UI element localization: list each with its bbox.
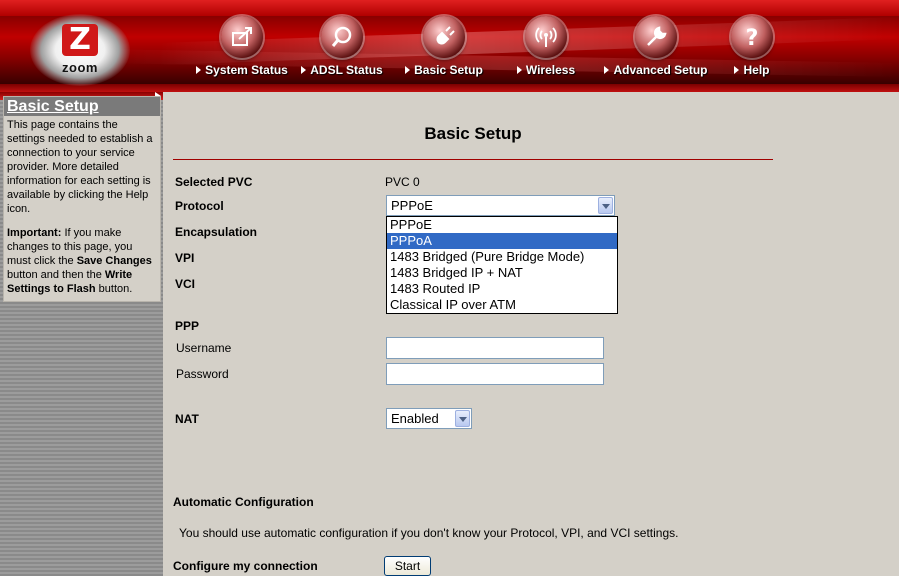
password-input[interactable] bbox=[386, 363, 604, 385]
username-input[interactable] bbox=[386, 337, 604, 359]
vpi-label: VPI bbox=[175, 251, 195, 265]
header-top-stripe bbox=[0, 0, 899, 16]
wireless-icon bbox=[525, 16, 567, 58]
password-label: Password bbox=[176, 367, 229, 381]
nav-adsl-status[interactable]: ADSL Status bbox=[296, 16, 388, 82]
system-status-icon bbox=[221, 16, 263, 58]
important-text-2: button and then the bbox=[7, 269, 105, 281]
protocol-option-highlighted[interactable]: PPPoA bbox=[387, 233, 617, 249]
ppp-label: PPP bbox=[175, 319, 200, 333]
help-panel-important: Important: If you make changes to this p… bbox=[7, 226, 157, 296]
arrow-right-icon bbox=[604, 66, 610, 74]
main-content: Basic Setup Selected PVC PVC 0 Protocol … bbox=[163, 92, 899, 576]
nav-help-label: Help bbox=[743, 63, 770, 77]
nav-advanced-setup[interactable]: Advanced Setup bbox=[600, 16, 712, 82]
protocol-option[interactable]: 1483 Bridged (Pure Bridge Mode) bbox=[387, 249, 617, 265]
question-icon: ? bbox=[731, 16, 773, 58]
nav-system-status[interactable]: System Status bbox=[196, 16, 288, 82]
protocol-label: Protocol bbox=[175, 199, 224, 213]
nav-basic-setup-label: Basic Setup bbox=[414, 63, 483, 77]
nav-adsl-status-label: ADSL Status bbox=[310, 63, 383, 77]
nav-system-status-label: System Status bbox=[205, 63, 288, 77]
important-text-3: button. bbox=[95, 283, 133, 295]
header-bottom-bar bbox=[0, 84, 899, 92]
auto-config-text: You should use automatic configuration i… bbox=[179, 526, 679, 540]
username-label: Username bbox=[176, 341, 232, 355]
help-panel-intro: This page contains the settings needed t… bbox=[7, 119, 153, 215]
help-panel: Basic Setup This page contains the setti… bbox=[3, 96, 161, 302]
protocol-option[interactable]: 1483 Bridged IP + NAT bbox=[387, 265, 617, 281]
page-title: Basic Setup bbox=[424, 124, 522, 143]
protocol-dropdown-list[interactable]: PPPoE PPPoA 1483 Bridged (Pure Bridge Mo… bbox=[386, 216, 618, 314]
encapsulation-label: Encapsulation bbox=[175, 225, 258, 239]
arrow-right-icon bbox=[196, 66, 202, 74]
important-label: Important: bbox=[7, 227, 62, 239]
arrow-right-icon bbox=[734, 66, 740, 74]
arrow-right-icon bbox=[301, 66, 307, 74]
nav-wireless[interactable]: Wireless bbox=[500, 16, 592, 82]
help-panel-title: Basic Setup bbox=[4, 97, 160, 116]
nat-select[interactable]: Enabled bbox=[386, 408, 472, 429]
selected-pvc-label: Selected PVC bbox=[175, 175, 253, 189]
header-banner: Z zoom System Status ADSL Status Basic S… bbox=[0, 0, 899, 92]
nav-basic-setup[interactable]: Basic Setup bbox=[398, 16, 490, 82]
selected-pvc-value: PVC 0 bbox=[385, 175, 420, 189]
magnifier-icon bbox=[321, 16, 363, 58]
vci-label: VCI bbox=[175, 277, 196, 291]
title-divider bbox=[173, 159, 773, 160]
start-button[interactable]: Start bbox=[384, 556, 431, 576]
arrow-right-icon bbox=[405, 66, 411, 74]
zoom-logo-letter: Z bbox=[62, 24, 98, 56]
protocol-option[interactable]: PPPoE bbox=[387, 217, 617, 233]
arrow-right-icon bbox=[516, 66, 522, 74]
auto-config-label: Automatic Configuration bbox=[173, 495, 314, 509]
plug-icon bbox=[423, 16, 465, 58]
zoom-logo-word: zoom bbox=[62, 60, 98, 75]
wrench-icon bbox=[635, 16, 677, 58]
zoom-logo[interactable]: Z zoom bbox=[30, 14, 130, 86]
sidebar: Basic Setup This page contains the setti… bbox=[0, 92, 173, 576]
protocol-select-value: PPPoE bbox=[391, 198, 433, 213]
protocol-option[interactable]: Classical IP over ATM bbox=[387, 297, 617, 313]
protocol-select[interactable]: PPPoE bbox=[386, 195, 615, 216]
svg-text:?: ? bbox=[746, 26, 759, 49]
configure-label: Configure my connection bbox=[173, 559, 318, 573]
nav-help[interactable]: ? Help bbox=[722, 16, 782, 82]
save-changes-ref: Save Changes bbox=[76, 255, 152, 267]
nat-select-value: Enabled bbox=[391, 411, 439, 426]
chevron-down-icon[interactable] bbox=[455, 410, 470, 427]
nav-advanced-setup-label: Advanced Setup bbox=[613, 63, 708, 77]
nav-wireless-label: Wireless bbox=[525, 63, 576, 77]
nat-label: NAT bbox=[175, 412, 199, 426]
chevron-down-icon[interactable] bbox=[598, 197, 613, 214]
protocol-option[interactable]: 1483 Routed IP bbox=[387, 281, 617, 297]
